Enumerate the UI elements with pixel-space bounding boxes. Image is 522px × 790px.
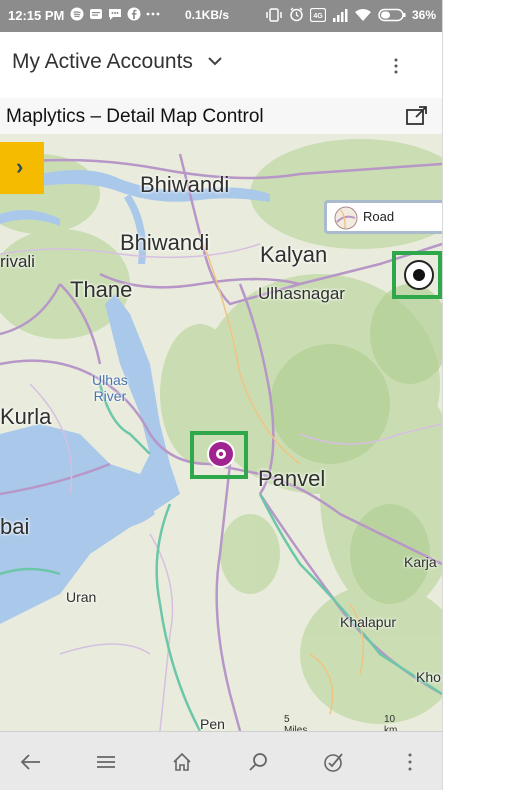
scale-miles: 5 Miles [284, 714, 308, 731]
popout-icon[interactable] [406, 106, 428, 126]
more-dots-icon [146, 12, 160, 16]
place-label: Kurla [0, 404, 52, 429]
home-button[interactable] [166, 746, 198, 778]
app-header: My Active Accounts [0, 32, 442, 98]
home-icon [173, 752, 191, 771]
more-vertical-icon[interactable] [386, 56, 406, 76]
chevron-down-icon[interactable] [206, 52, 224, 70]
place-label: Panvel [258, 466, 326, 491]
menu-icon [97, 756, 115, 768]
place-label: rivali [0, 252, 35, 271]
place-label: Bhiwandi [120, 230, 210, 255]
tasks-icon [324, 753, 343, 772]
scale-km: 10 km [384, 714, 398, 731]
status-system-icons: 4G 36% [265, 7, 436, 22]
place-label: Karja [404, 554, 437, 570]
chevron-right-icon: › [16, 154, 24, 179]
map-card-header: Maplytics – Detail Map Control [0, 98, 442, 134]
tasks-button[interactable] [318, 746, 350, 778]
place-label: Ulhasnagar [258, 284, 345, 303]
wifi-icon [354, 8, 371, 21]
back-button[interactable] [15, 746, 47, 778]
battery-percent: 36% [411, 7, 436, 22]
message-icon [109, 9, 121, 20]
vibrate-icon [266, 7, 282, 22]
more-vertical-icon [408, 753, 412, 771]
network-speed: 0.1KB/s [185, 8, 230, 22]
notification-icon [90, 9, 102, 19]
status-notification-icons [70, 7, 160, 21]
back-icon [20, 754, 40, 770]
map-style-label: Road [363, 209, 395, 224]
map-view[interactable]: Bhiwandi Bhiwandi Kalyan Ulhasnagar Than… [0, 134, 442, 731]
place-label: Kho [416, 669, 441, 685]
road-map-icon [334, 206, 358, 230]
search-icon [249, 753, 267, 771]
bottom-navigation-bar [0, 731, 442, 790]
phone-screen: 12:15 PM 0.1KB/s 4G 36% My Active Accoun… [0, 0, 443, 790]
place-label: Khalapur [340, 614, 397, 630]
search-button[interactable] [242, 746, 274, 778]
svg-text:4G: 4G [313, 13, 323, 20]
more-button[interactable] [394, 746, 426, 778]
place-label: Kalyan [260, 242, 328, 267]
place-label: Uran [66, 589, 97, 605]
menu-button[interactable] [90, 746, 122, 778]
place-label: Ulhas River [92, 372, 128, 404]
status-bar: 12:15 PM 0.1KB/s 4G 36% [0, 0, 442, 32]
volte-icon: 4G [309, 7, 326, 22]
place-label: bai [0, 514, 30, 539]
facebook-icon [127, 7, 141, 21]
place-label: Thane [70, 277, 133, 302]
place-label: Bhiwandi [140, 172, 230, 197]
alarm-icon [290, 7, 303, 22]
map-card-title: Maplytics – Detail Map Control [6, 106, 264, 127]
account-pin-icon[interactable] [206, 439, 236, 471]
battery-icon [378, 8, 406, 21]
view-selector-title[interactable]: My Active Accounts [12, 50, 193, 74]
place-label: Pen [200, 716, 225, 731]
signal-icon [332, 8, 348, 22]
status-time: 12:15 PM [8, 8, 65, 23]
panel-toggle-button[interactable]: › [0, 142, 44, 194]
locate-me-icon[interactable] [403, 259, 435, 291]
map-style-road-button[interactable]: Road [324, 200, 442, 234]
spotify-icon [70, 7, 84, 21]
